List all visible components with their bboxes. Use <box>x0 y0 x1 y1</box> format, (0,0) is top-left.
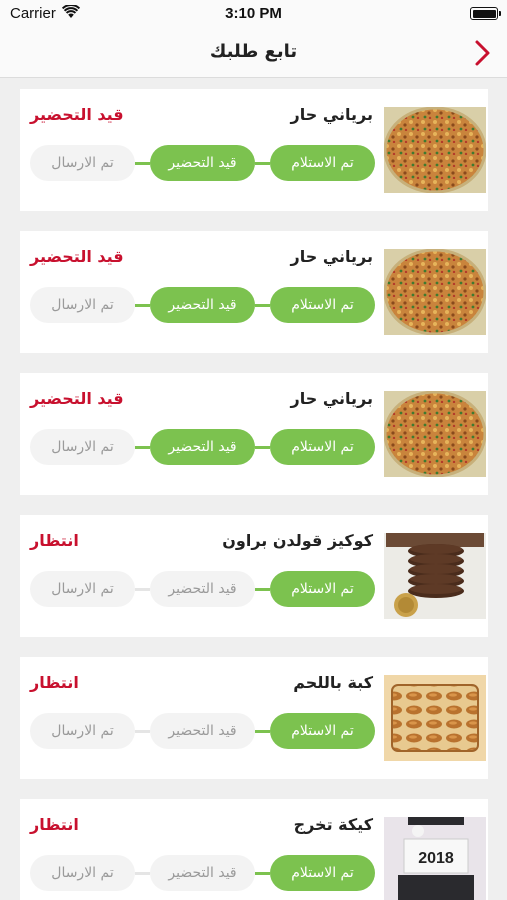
cake-text: 2018 <box>418 850 454 867</box>
step-sent: تم الارسال <box>30 145 135 181</box>
step-connector <box>135 872 150 875</box>
order-card[interactable]: برياني حار قيد التحضير تم الاستلام قيد التح… <box>20 89 488 211</box>
progress-steps: تم الاستلام قيد التحضير تم الارسال <box>30 571 375 607</box>
order-name: كيكة تخرج <box>293 815 373 834</box>
order-thumbnail <box>384 675 486 761</box>
step-sent: تم الارسال <box>30 855 135 891</box>
order-card[interactable]: برياني حار قيد التحضير تم الاستلام قيد التح… <box>20 231 488 353</box>
order-card[interactable]: برياني حار قيد التحضير تم الاستلام قيد التح… <box>20 373 488 495</box>
step-preparing: قيد التحضير <box>150 287 255 323</box>
page-title: تابع طلبك <box>209 41 298 62</box>
order-card[interactable]: كبة باللحم انتظار تم الاستلام قيد التحضير تم… <box>20 657 488 779</box>
order-status-label: قيد التحضير <box>30 389 124 408</box>
step-sent: تم الارسال <box>30 713 135 749</box>
order-name: برياني حار <box>290 389 374 408</box>
step-preparing: قيد التحضير <box>150 855 255 891</box>
order-thumbnail <box>384 107 486 193</box>
order-card[interactable]: كوكيز قولدن براون انتظار تم الاستلام قيد ال… <box>20 515 488 637</box>
battery-icon <box>470 7 501 20</box>
step-connector <box>255 304 270 307</box>
step-connector <box>255 588 270 591</box>
order-thumbnail <box>384 391 486 477</box>
order-name: كبة باللحم <box>293 673 373 692</box>
nav-bar: تابع طلبك <box>0 28 507 78</box>
status-bar: Carrier 3:10 PM <box>0 0 507 28</box>
step-sent: تم الارسال <box>30 429 135 465</box>
step-preparing: قيد التحضير <box>150 145 255 181</box>
progress-steps: تم الاستلام قيد التحضير تم الارسال <box>30 855 375 891</box>
progress-steps: تم الاستلام قيد التحضير تم الارسال <box>30 713 375 749</box>
order-status-label: قيد التحضير <box>30 247 124 266</box>
step-preparing: قيد التحضير <box>150 429 255 465</box>
step-connector <box>255 730 270 733</box>
step-sent: تم الارسال <box>30 287 135 323</box>
step-received: تم الاستلام <box>270 145 375 181</box>
order-thumbnail: 2018 <box>384 817 486 900</box>
order-thumbnail <box>384 533 486 619</box>
step-received: تم الاستلام <box>270 287 375 323</box>
order-name: كوكيز قولدن براون <box>222 531 373 550</box>
step-connector <box>135 730 150 733</box>
step-sent: تم الارسال <box>30 571 135 607</box>
step-preparing: قيد التحضير <box>150 571 255 607</box>
step-received: تم الاستلام <box>270 713 375 749</box>
order-status-label: قيد التحضير <box>30 105 124 124</box>
order-status-label: انتظار <box>30 531 79 550</box>
progress-steps: تم الاستلام قيد التحضير تم الارسال <box>30 287 375 323</box>
step-connector <box>255 162 270 165</box>
step-connector <box>255 446 270 449</box>
clock: 3:10 PM <box>225 5 282 22</box>
step-preparing: قيد التحضير <box>150 713 255 749</box>
progress-steps: تم الاستلام قيد التحضير تم الارسال <box>30 145 375 181</box>
order-status-label: انتظار <box>30 673 79 692</box>
step-received: تم الاستلام <box>270 429 375 465</box>
progress-steps: تم الاستلام قيد التحضير تم الارسال <box>30 429 375 465</box>
step-connector <box>135 446 150 449</box>
order-card[interactable]: 2018 كيكة تخرج انتظار تم الاستلام قيد التحضي… <box>20 799 488 900</box>
step-connector <box>255 872 270 875</box>
order-name: برياني حار <box>290 105 374 124</box>
step-received: تم الاستلام <box>270 855 375 891</box>
step-connector <box>135 588 150 591</box>
order-name: برياني حار <box>290 247 374 266</box>
chevron-right-icon[interactable] <box>471 39 493 67</box>
step-connector <box>135 304 150 307</box>
step-connector <box>135 162 150 165</box>
order-thumbnail <box>384 249 486 335</box>
step-received: تم الاستلام <box>270 571 375 607</box>
order-status-label: انتظار <box>30 815 79 834</box>
